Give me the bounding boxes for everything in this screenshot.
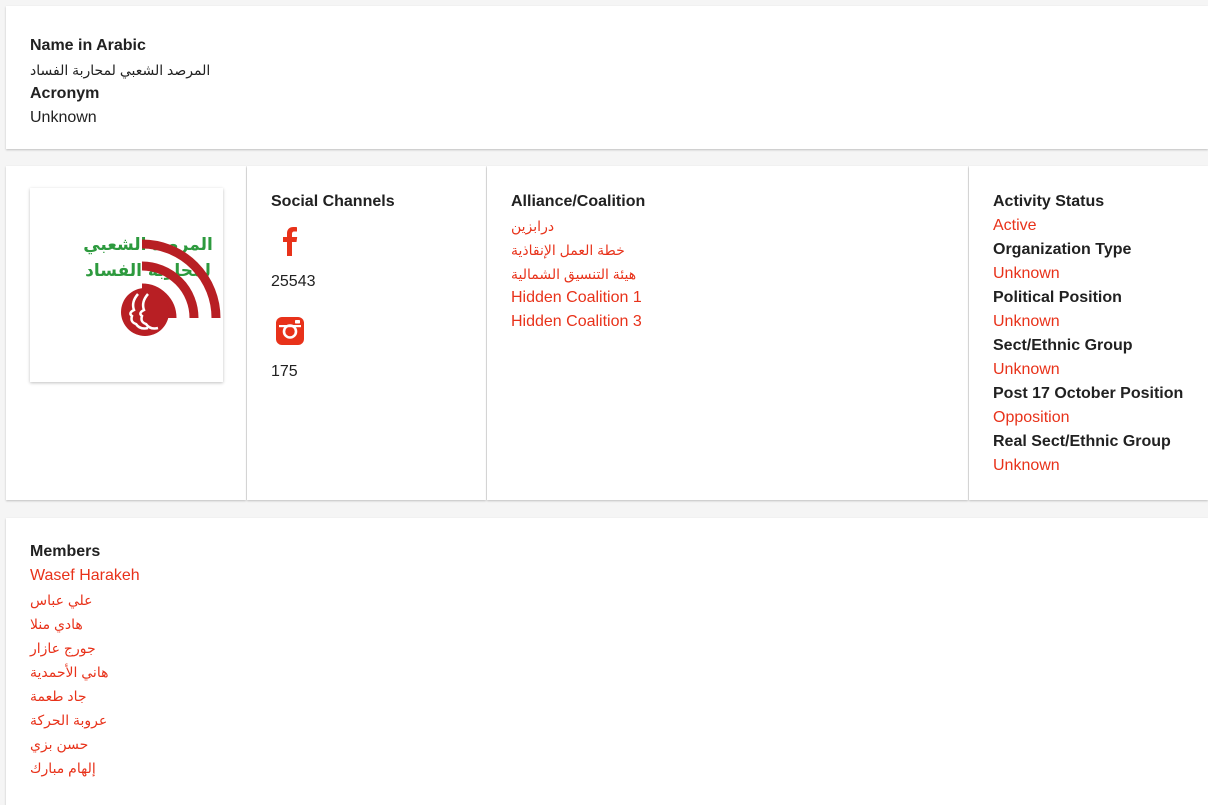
- organization-logo: المرصد الشعبي لمحاربة الفساد: [30, 188, 223, 382]
- real-sect-ethnic-group-label: Real Sect/Ethnic Group: [993, 433, 1171, 450]
- name-arabic-value: المرصد الشعبي لمحاربة الفساد: [30, 62, 211, 78]
- member-link[interactable]: حسن بزي: [30, 732, 1208, 756]
- activity-status-label: Activity Status: [993, 193, 1105, 210]
- political-position-label: Political Position: [993, 289, 1122, 306]
- political-position-value[interactable]: Unknown: [993, 310, 1208, 334]
- organization-type-value[interactable]: Unknown: [993, 262, 1208, 286]
- member-link[interactable]: عروبة الحركة: [30, 708, 1208, 732]
- sect-ethnic-group-label: Sect/Ethnic Group: [993, 337, 1133, 354]
- members-title: Members: [30, 543, 101, 560]
- alliance-link[interactable]: درابزين: [511, 214, 968, 238]
- activity-status-value[interactable]: Active: [993, 214, 1208, 238]
- member-link[interactable]: هاني الأحمدية: [30, 660, 1208, 684]
- sect-ethnic-group-value[interactable]: Unknown: [993, 358, 1208, 382]
- post-17-october-value[interactable]: Opposition: [993, 406, 1208, 430]
- member-link[interactable]: جاد طعمة: [30, 684, 1208, 708]
- status-card: Activity Status Active Organization Type…: [969, 166, 1208, 500]
- alliance-link[interactable]: هيئة التنسيق الشمالية: [511, 262, 968, 286]
- acronym-value: Unknown: [30, 109, 97, 126]
- organization-type-label: Organization Type: [993, 241, 1132, 258]
- alliance-link[interactable]: خطة العمل الإنقاذية: [511, 238, 968, 262]
- identity-card: Name in Arabic المرصد الشعبي لمحاربة الف…: [6, 6, 1208, 149]
- acronym-label: Acronym: [30, 85, 100, 102]
- social-channels-card: Social Channels 25543 175: [247, 166, 486, 500]
- alliance-link[interactable]: Hidden Coalition 1: [511, 286, 968, 310]
- instagram-icon[interactable]: [275, 316, 305, 346]
- alliance-title: Alliance/Coalition: [511, 193, 646, 210]
- member-link[interactable]: جورج عازار: [30, 636, 1208, 660]
- instagram-count: 175: [271, 363, 298, 380]
- facebook-icon[interactable]: [275, 226, 305, 256]
- alliance-card: Alliance/Coalition درابزين خطة العمل الإ…: [487, 166, 968, 500]
- alliance-link[interactable]: Hidden Coalition 3: [511, 310, 968, 334]
- member-link[interactable]: Wasef Harakeh: [30, 564, 1208, 588]
- real-sect-ethnic-group-value[interactable]: Unknown: [993, 454, 1208, 478]
- member-link[interactable]: إلهام مبارك: [30, 756, 1208, 780]
- facebook-count: 25543: [271, 273, 316, 290]
- member-link[interactable]: علي عباس: [30, 588, 1208, 612]
- post-17-october-label: Post 17 October Position: [993, 385, 1184, 402]
- member-link[interactable]: هادي منلا: [30, 612, 1208, 636]
- members-card: Members Wasef Harakeh علي عباس هادي منلا…: [6, 518, 1208, 805]
- name-arabic-label: Name in Arabic: [30, 37, 146, 54]
- social-channels-title: Social Channels: [271, 193, 395, 210]
- logo-card: المرصد الشعبي لمحاربة الفساد: [6, 166, 246, 500]
